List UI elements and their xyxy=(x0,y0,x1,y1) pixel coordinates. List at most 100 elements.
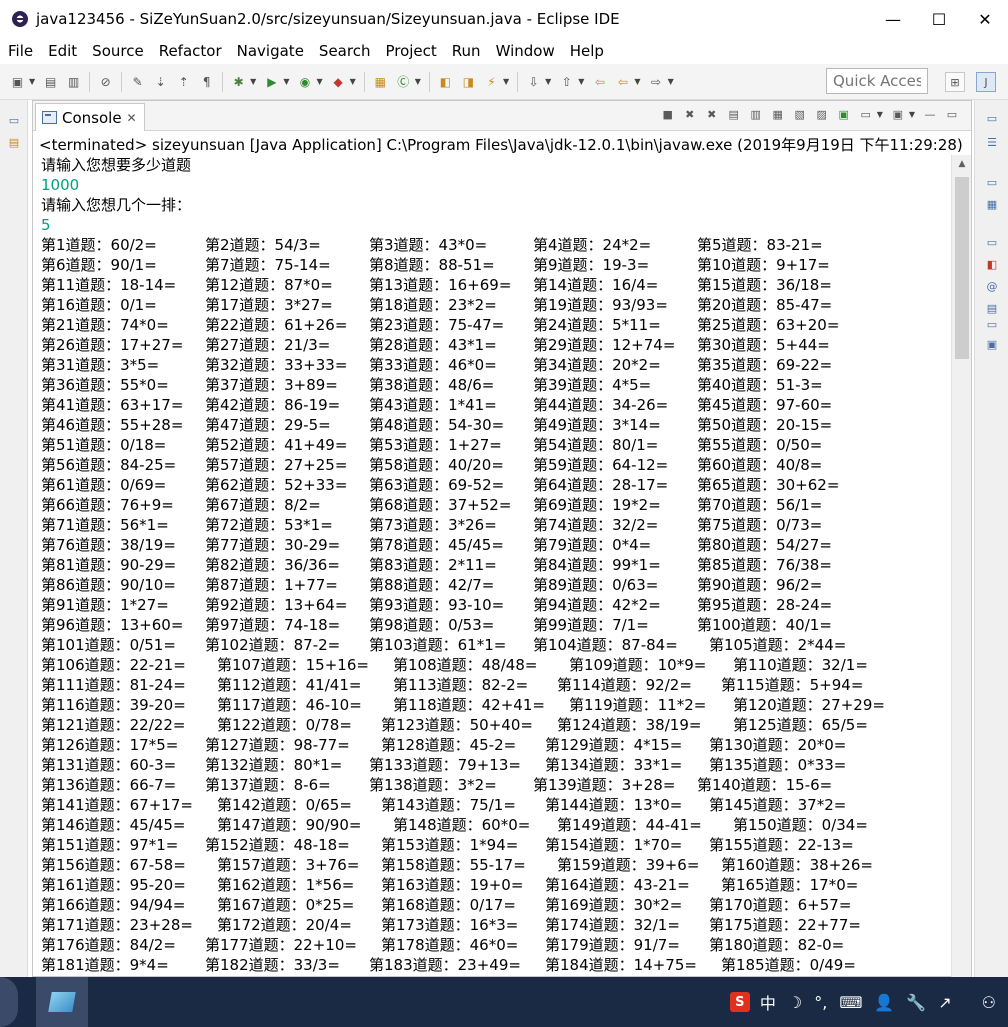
console-scrollbar[interactable]: ▲ xyxy=(951,155,971,977)
terminate-icon[interactable]: ■ xyxy=(660,106,676,122)
maximize-button[interactable]: ☐ xyxy=(916,0,962,38)
start-button[interactable] xyxy=(0,977,18,1027)
menu-source[interactable]: Source xyxy=(84,42,151,60)
package-explorer-icon[interactable]: ▤ xyxy=(6,134,22,150)
debug-dropdown-icon[interactable]: ▼ xyxy=(250,77,256,86)
debug-icon[interactable]: ✱ xyxy=(230,73,247,90)
maximize-view-icon[interactable]: ▭ xyxy=(944,106,960,122)
question-item: 第17道题：3*27= xyxy=(205,296,333,314)
menu-window[interactable]: Window xyxy=(488,42,562,60)
coverage-icon[interactable]: ◉ xyxy=(296,73,313,90)
outline-icon[interactable]: ▦ xyxy=(984,196,1000,212)
display-console-dropdown-icon[interactable]: ▼ xyxy=(877,110,883,119)
prev-edit-icon[interactable]: ⇧ xyxy=(558,73,575,90)
skip-breakpoints-icon[interactable]: ⊘ xyxy=(97,73,114,90)
console-tab[interactable]: Console ✕ xyxy=(35,103,145,131)
menu-refactor[interactable]: Refactor xyxy=(151,42,229,60)
save-icon[interactable]: ▤ xyxy=(42,73,59,90)
show-on-output-icon[interactable]: ▧ xyxy=(792,106,808,122)
external-tools-icon[interactable]: ◆ xyxy=(330,73,347,90)
remove-launch-icon[interactable]: ✖ xyxy=(682,106,698,122)
minimize-view-icon[interactable]: — xyxy=(922,106,938,122)
search-tool-icon[interactable]: ⚡ xyxy=(483,73,500,90)
javadoc-icon[interactable]: @ xyxy=(984,278,1000,294)
open-perspective-icon[interactable]: ⊞ xyxy=(945,72,965,92)
back-dropdown-icon[interactable]: ▼ xyxy=(634,77,640,86)
restore-outline-icon[interactable]: ▭ xyxy=(984,174,1000,190)
word-wrap-icon[interactable]: ▦ xyxy=(770,106,786,122)
new-dropdown-icon[interactable]: ▼ xyxy=(29,77,35,86)
external-tools-dropdown-icon[interactable]: ▼ xyxy=(350,77,356,86)
declaration-icon[interactable]: ▤ xyxy=(984,300,1000,316)
share-icon[interactable]: ↗ xyxy=(938,993,951,1012)
show-whitespace-icon[interactable]: ¶ xyxy=(198,73,215,90)
new-java-package-icon[interactable]: ▦ xyxy=(372,73,389,90)
clear-console-icon[interactable]: ▤ xyxy=(726,106,742,122)
open-console-icon[interactable]: ▣ xyxy=(890,106,906,122)
ime-language[interactable]: 中 xyxy=(760,990,776,1014)
next-edit-dropdown-icon[interactable]: ▼ xyxy=(545,77,551,86)
minimize-button[interactable]: — xyxy=(870,0,916,38)
punctuation-icon[interactable]: °, xyxy=(814,993,827,1012)
console-output[interactable]: 请输入您想要多少道题 1000 请输入您想几个一排： 5 第1道题：60/2= 第… xyxy=(33,155,951,977)
forward-icon[interactable]: ⇨ xyxy=(648,73,665,90)
last-edit-icon[interactable]: ⇦ xyxy=(591,73,608,90)
people-icon[interactable]: ⚇ xyxy=(982,993,996,1012)
show-on-error-icon[interactable]: ▨ xyxy=(814,106,830,122)
menu-help[interactable]: Help xyxy=(562,42,611,60)
console-minimized-icon[interactable]: ▣ xyxy=(984,336,1000,352)
menu-project[interactable]: Project xyxy=(377,42,443,60)
restore-icon[interactable]: ▭ xyxy=(6,112,22,128)
taskbar-eclipse-app[interactable] xyxy=(36,977,88,1027)
display-selected-console-icon[interactable]: ▭ xyxy=(858,106,874,122)
new-java-class-icon[interactable]: Ⓒ xyxy=(395,73,412,90)
prev-annotation-icon[interactable]: ⇡ xyxy=(175,73,192,90)
restore-problems-icon[interactable]: ▭ xyxy=(984,234,1000,250)
scroll-thumb[interactable] xyxy=(955,177,969,359)
coverage-dropdown-icon[interactable]: ▼ xyxy=(316,77,322,86)
quick-access-input[interactable] xyxy=(826,68,928,94)
task-list-icon[interactable]: ☰ xyxy=(984,134,1000,150)
menu-run[interactable]: Run xyxy=(444,42,488,60)
keyboard-icon[interactable]: ⌨ xyxy=(839,993,862,1012)
question-row: 第11道题：18-14= 第12道题：87*0= 第13道题：16+69= 第14道题… xyxy=(33,275,951,295)
menu-file[interactable]: File xyxy=(0,42,40,60)
close-icon[interactable]: ✕ xyxy=(127,111,137,125)
toggle-mark-icon[interactable]: ✎ xyxy=(129,73,146,90)
next-edit-icon[interactable]: ⇩ xyxy=(525,73,542,90)
run-dropdown-icon[interactable]: ▼ xyxy=(283,77,289,86)
problems-icon[interactable]: ◧ xyxy=(984,256,1000,272)
new-class-dropdown-icon[interactable]: ▼ xyxy=(415,77,421,86)
open-type-icon[interactable]: ◧ xyxy=(437,73,454,90)
question-item: 第99道题：7/1= xyxy=(533,616,649,634)
user-icon[interactable]: 👤 xyxy=(874,993,894,1012)
new-icon[interactable]: ▣ xyxy=(9,73,26,90)
back-icon[interactable]: ⇦ xyxy=(614,73,631,90)
pin-console-icon[interactable]: ▣ xyxy=(836,106,852,122)
moon-icon[interactable]: ☽ xyxy=(788,993,802,1012)
wrench-icon[interactable]: 🔧 xyxy=(906,993,926,1012)
remove-all-terminated-icon[interactable]: ✖ xyxy=(704,106,720,122)
run-icon[interactable]: ▶ xyxy=(263,73,280,90)
question-item: 第180道题：82-0= xyxy=(709,936,845,954)
java-perspective-icon[interactable]: J xyxy=(976,72,996,92)
restore-right-icon[interactable]: ▭ xyxy=(984,110,1000,126)
restore-bottom-icon[interactable]: ▭ xyxy=(984,316,1000,332)
menu-edit[interactable]: Edit xyxy=(40,42,84,60)
open-task-icon[interactable]: ◨ xyxy=(460,73,477,90)
open-console-dropdown-icon[interactable]: ▼ xyxy=(909,110,915,119)
menu-navigate[interactable]: Navigate xyxy=(229,42,311,60)
question-item: 第21道题：74*0= xyxy=(41,316,169,334)
scroll-up-icon[interactable]: ▲ xyxy=(952,155,972,173)
forward-dropdown-icon[interactable]: ▼ xyxy=(668,77,674,86)
menu-search[interactable]: Search xyxy=(311,42,378,60)
search-dropdown-icon[interactable]: ▼ xyxy=(503,77,509,86)
prev-edit-dropdown-icon[interactable]: ▼ xyxy=(578,77,584,86)
question-item: 第129道题：4*15= xyxy=(545,736,683,754)
question-item: 第56道题：84-25= xyxy=(41,456,177,474)
close-button[interactable]: ✕ xyxy=(962,0,1008,38)
next-annotation-icon[interactable]: ⇣ xyxy=(152,73,169,90)
sogou-ime-icon[interactable]: S xyxy=(729,992,750,1012)
scroll-lock-icon[interactable]: ▥ xyxy=(748,106,764,122)
save-all-icon[interactable]: ▥ xyxy=(65,73,82,90)
